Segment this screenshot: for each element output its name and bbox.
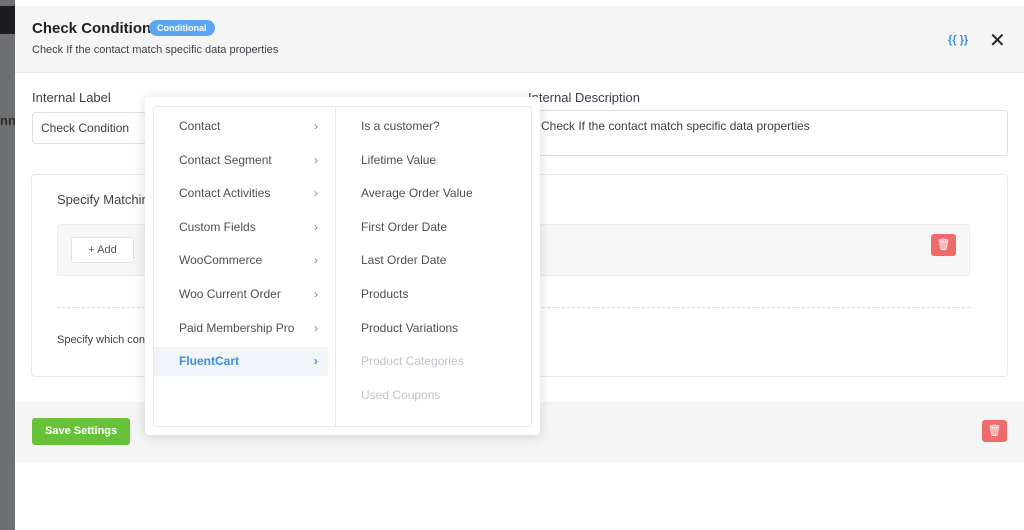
chevron-right-icon: › — [314, 186, 318, 201]
internal-label-heading: Internal Label — [32, 90, 111, 105]
close-icon[interactable]: ✕ — [989, 28, 1006, 53]
category-column: Contact › Contact Segment › Contact Activiti… — [154, 107, 336, 426]
menu-option-item: Product Categories — [361, 354, 464, 369]
menu-category-label: Contact Segment — [179, 152, 272, 167]
chevron-right-icon: › — [314, 253, 318, 268]
background-text: nn — [0, 113, 15, 128]
chevron-right-icon: › — [314, 354, 318, 369]
trash-icon: 🗑 — [936, 239, 951, 251]
background-page — [0, 0, 15, 530]
chevron-right-icon: › — [314, 287, 318, 301]
menu-category-label: Contact Activities — [179, 186, 271, 201]
menu-category-label: Contact — [179, 119, 221, 133]
chevron-right-icon: › — [314, 219, 318, 234]
menu-option-item[interactable]: Products — [361, 280, 408, 309]
menu-option-item[interactable]: Last Order Date — [361, 246, 446, 275]
internal-description-textarea[interactable]: Check If the contact match specific data… — [528, 110, 1008, 156]
chevron-right-icon: › — [314, 119, 318, 133]
menu-option-item[interactable]: Is a customer? — [361, 112, 440, 141]
menu-category-item[interactable]: Contact Segment › — [154, 146, 328, 175]
modal-header: Check Condition Conditional Check If the… — [15, 6, 1024, 73]
menu-category-item[interactable]: FluentCart › — [154, 347, 328, 377]
menu-category-item[interactable]: WooCommerce › — [154, 246, 328, 275]
menu-option-item[interactable]: Product Variations — [361, 314, 458, 343]
delete-action-button[interactable]: 🗑 — [982, 420, 1007, 442]
chevron-right-icon: › — [314, 152, 318, 167]
menu-category-item[interactable]: Contact Activities › — [154, 179, 328, 208]
add-label: Add — [97, 244, 117, 256]
menu-option-item: Used Coupons — [361, 387, 441, 402]
menu-category-item[interactable]: Custom Fields › — [154, 213, 328, 242]
menu-option-item[interactable]: First Order Date — [361, 213, 447, 242]
menu-category-label: WooCommerce — [179, 253, 263, 268]
chevron-right-icon: › — [314, 320, 318, 335]
property-cascader-menu: Contact › Contact Segment › Contact Activiti… — [145, 97, 540, 435]
add-condition-button[interactable]: + Add — [71, 237, 134, 263]
plus-icon: + — [88, 244, 98, 256]
menu-category-label: Woo Current Order — [179, 287, 281, 301]
trash-icon: 🗑 — [987, 425, 1002, 437]
menu-option-item[interactable]: Average Order Value — [361, 179, 473, 208]
menu-category-item[interactable]: Contact › — [154, 112, 328, 141]
menu-category-label: FluentCart — [179, 354, 239, 369]
menu-category-item[interactable]: Paid Membership Pro › — [154, 314, 328, 343]
delete-block-button[interactable]: 🗑 — [931, 234, 956, 256]
smartcode-icon[interactable]: {{ }} — [948, 34, 968, 46]
menu-category-label: Custom Fields — [179, 219, 256, 234]
save-settings-button[interactable]: Save Settings — [32, 418, 131, 445]
modal-subtitle: Check If the contact match specific data… — [32, 44, 279, 56]
menu-category-item[interactable]: Woo Current Order › — [154, 280, 328, 309]
conditional-badge: Conditional — [149, 20, 215, 36]
option-column: Is a customer? Lifetime Value Average Orde… — [336, 107, 532, 426]
menu-category-label: Paid Membership Pro — [179, 320, 295, 335]
menu-option-item[interactable]: Lifetime Value — [361, 146, 436, 175]
internal-description-heading: Internal Description — [528, 90, 640, 105]
modal-title: Check Condition — [32, 20, 152, 37]
